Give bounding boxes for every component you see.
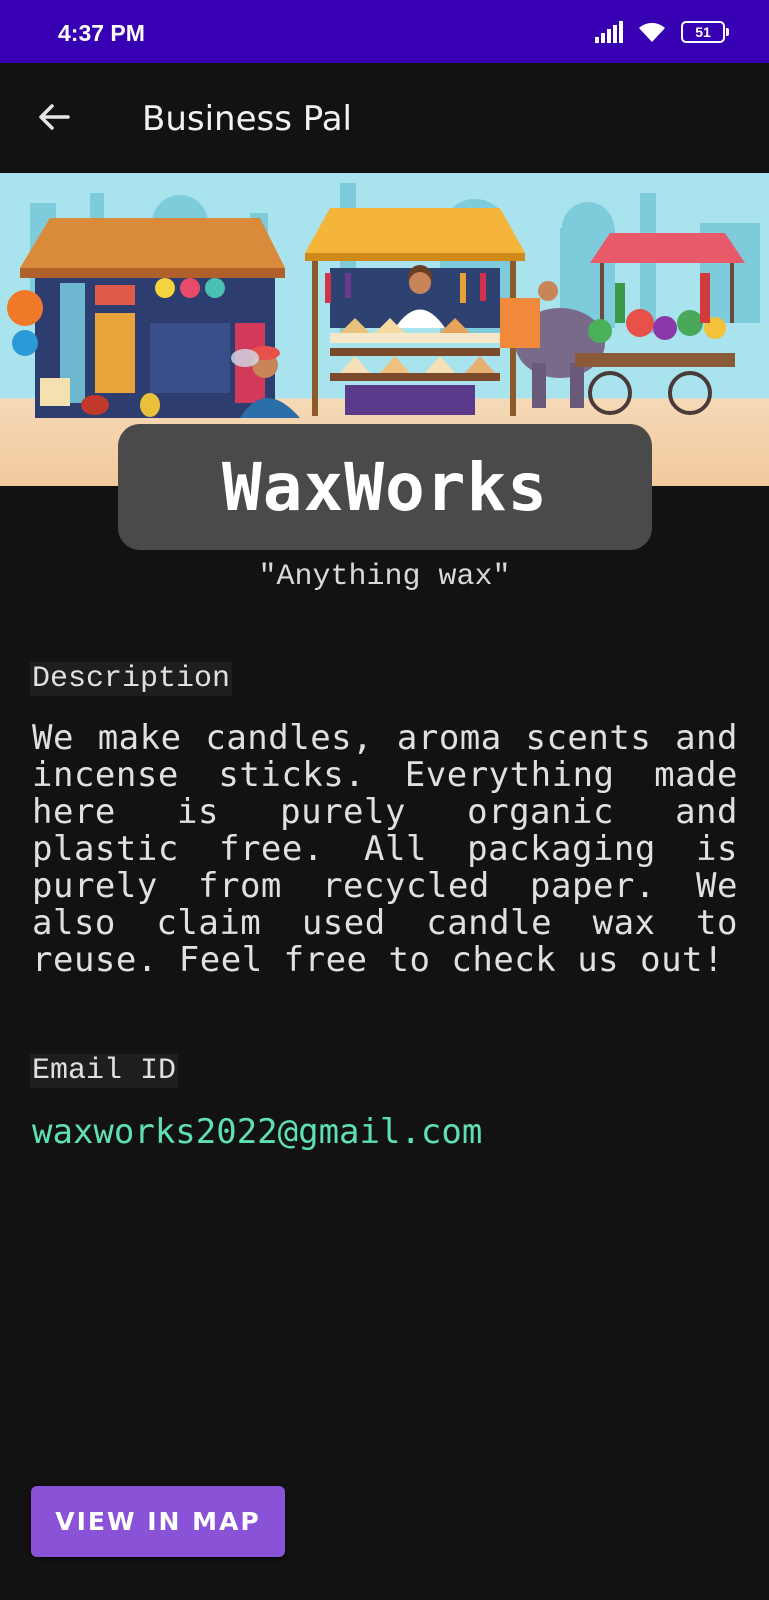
battery-level: 51: [695, 24, 711, 40]
email-link[interactable]: waxworks2022@gmail.com: [32, 1112, 482, 1152]
battery-icon: 51: [681, 21, 729, 43]
business-name: WaxWorks: [222, 448, 548, 526]
signal-icon: [595, 21, 623, 43]
arrow-left-icon[interactable]: [36, 99, 72, 135]
email-label: Email ID: [30, 1054, 179, 1088]
app-bar: Business Pal: [0, 63, 769, 173]
description-text: We make candles, aroma scents and incens…: [32, 718, 738, 980]
business-tagline: "Anything wax": [258, 560, 511, 594]
wifi-icon: [639, 22, 665, 42]
view-in-map-button[interactable]: VIEW IN MAP: [31, 1486, 285, 1557]
description-label: Description: [30, 662, 233, 696]
status-icons: 51: [595, 20, 729, 44]
app-title: Business Pal: [142, 99, 352, 139]
status-time: 4:37 PM: [58, 20, 145, 46]
status-bar: 4:37 PM 51: [0, 0, 769, 63]
business-name-card: WaxWorks: [118, 424, 652, 550]
